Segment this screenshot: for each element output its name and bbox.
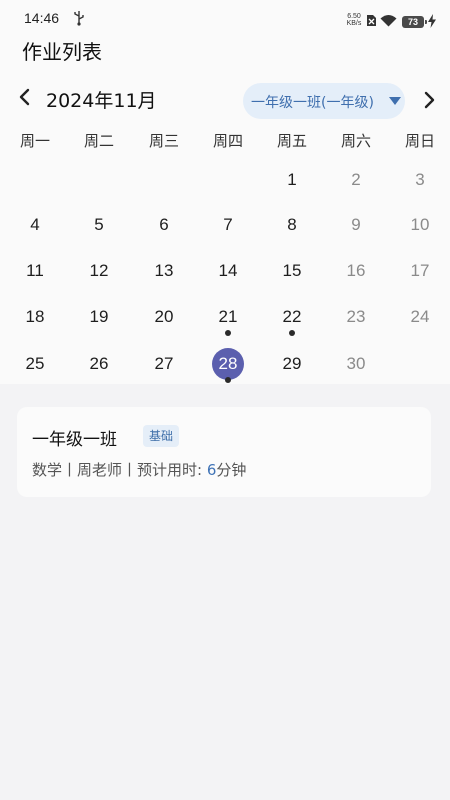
day-cell[interactable]: 7 [208, 209, 248, 241]
wifi-icon [380, 15, 397, 27]
day-cell[interactable]: 29 [272, 348, 312, 380]
homework-indicator-dot [225, 377, 231, 383]
weekday-label: 周三 [148, 132, 179, 150]
homework-indicator-dot [225, 330, 231, 336]
next-month-button[interactable] [420, 89, 440, 111]
month-label: 2024年11月 [46, 90, 157, 112]
day-cell[interactable]: 23 [336, 301, 376, 333]
day-cell[interactable]: 24 [400, 301, 440, 333]
day-cell[interactable]: 2 [336, 164, 376, 196]
homework-card[interactable]: 一年级一班 基础 数学丨周老师丨预计用时: 6分钟 [17, 407, 431, 497]
day-cell[interactable]: 11 [15, 255, 55, 287]
homework-indicator-dot [289, 330, 295, 336]
day-cell[interactable]: 27 [144, 348, 184, 380]
day-cell[interactable]: 15 [272, 255, 312, 287]
weekday-label: 周日 [404, 132, 435, 150]
day-cell[interactable]: 12 [79, 255, 119, 287]
prev-month-button[interactable] [14, 86, 36, 108]
class-selector-label: 一年级一班(一年级) [251, 95, 374, 111]
weekday-label: 周五 [276, 132, 307, 150]
weekday-label: 周六 [340, 132, 371, 150]
day-cell[interactable]: 17 [400, 255, 440, 287]
homework-minutes-unit: 分钟 [216, 461, 247, 479]
day-cell[interactable]: 22 [272, 301, 312, 333]
dropdown-triangle-icon [389, 97, 401, 105]
no-sim-icon [367, 15, 376, 26]
day-cell[interactable]: 14 [208, 255, 248, 287]
class-selector-dropdown[interactable]: 一年级一班(一年级) [243, 83, 405, 119]
day-cell[interactable]: 4 [15, 209, 55, 241]
day-cell[interactable]: 20 [144, 301, 184, 333]
day-cell[interactable]: 21 [208, 301, 248, 333]
status-time: 14:46 [24, 10, 60, 26]
page-title: 作业列表 [22, 40, 102, 64]
weekday-label: 周二 [83, 132, 114, 150]
usb-icon [74, 11, 84, 26]
day-cell[interactable]: 5 [79, 209, 119, 241]
day-cell[interactable]: 16 [336, 255, 376, 287]
weekday-label: 周一 [19, 132, 50, 150]
network-speed: 6.50 KB/s [346, 13, 362, 27]
battery-icon: 73 [402, 16, 427, 28]
day-cell[interactable]: 9 [336, 209, 376, 241]
selected-day-cell[interactable]: 28 [212, 348, 244, 380]
charging-bolt-icon [428, 14, 436, 28]
status-bar: 14:46 6.50 KB/s 73 [0, 0, 450, 36]
homework-level-badge: 基础 [143, 425, 180, 447]
homework-meta-prefix: 数学丨周老师丨预计用时: [32, 461, 207, 479]
day-cell[interactable]: 18 [15, 301, 55, 333]
weekday-label: 周四 [212, 132, 243, 150]
day-cell[interactable]: 8 [272, 209, 312, 241]
day-cell[interactable]: 6 [144, 209, 184, 241]
day-cell[interactable]: 13 [144, 255, 184, 287]
day-cell[interactable]: 10 [400, 209, 440, 241]
day-cell[interactable]: 3 [400, 164, 440, 196]
day-cell[interactable]: 1 [272, 164, 312, 196]
homework-minutes: 6 [206, 461, 217, 479]
day-cell[interactable]: 26 [79, 348, 119, 380]
day-cell[interactable]: 25 [15, 348, 55, 380]
day-cell[interactable]: 19 [79, 301, 119, 333]
homework-class-title: 一年级一班 [32, 430, 117, 450]
day-cell[interactable]: 30 [336, 348, 376, 380]
homework-meta: 数学丨周老师丨预计用时: 6分钟 [32, 459, 246, 480]
weekday-header: 周一 周二 周三 周四 周五 周六 周日 [0, 128, 450, 152]
